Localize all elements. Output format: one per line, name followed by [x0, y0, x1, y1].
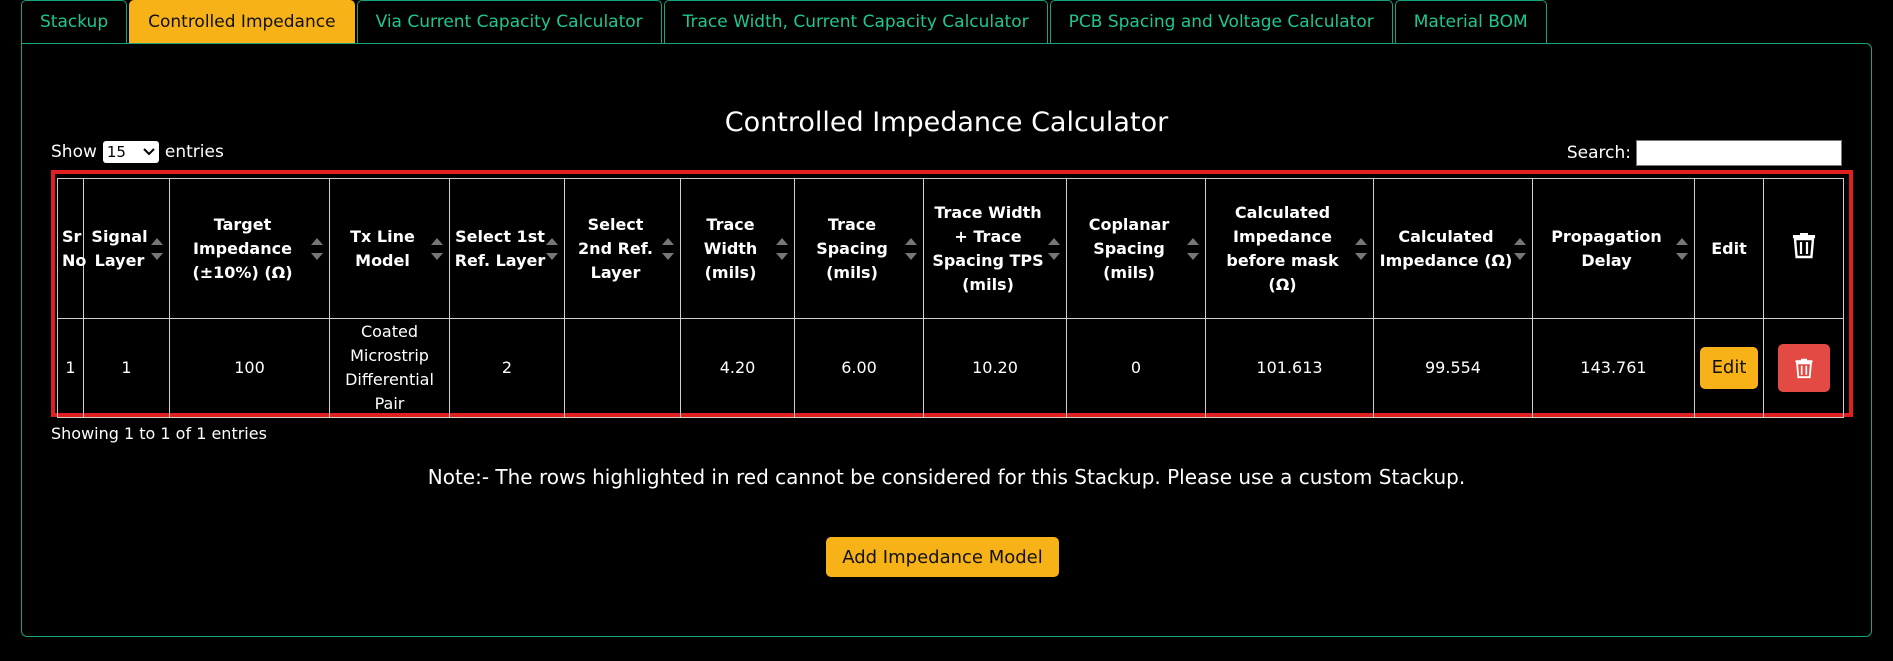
tab-pcb-spacing-voltage[interactable]: PCB Spacing and Voltage Calculator: [1049, 0, 1393, 43]
sort-arrows-icon: [776, 237, 788, 260]
col-header-trace-spacing[interactable]: Trace Spacing (mils): [794, 178, 924, 319]
table-header-row: Sr No Signal Layer Target Impedance (±10…: [57, 178, 1844, 319]
cell-coplanar-spacing: 0: [1066, 318, 1206, 418]
search-label: Search:: [1566, 143, 1631, 163]
page-title: Controlled Impedance Calculator: [724, 107, 1169, 138]
col-header-signal-layer[interactable]: Signal Layer: [83, 178, 170, 319]
entries-select[interactable]: 15: [102, 141, 159, 163]
cell-calculated-impedance: 99.554: [1373, 318, 1533, 418]
delete-button[interactable]: [1777, 344, 1830, 392]
sort-arrows-icon: [662, 237, 674, 260]
col-header-tps[interactable]: Trace Width + Trace Spacing TPS (mils): [923, 178, 1067, 319]
sort-arrows-icon: [1355, 237, 1367, 260]
col-header-coplanar-spacing[interactable]: Coplanar Spacing (mils): [1066, 178, 1206, 319]
col-header-delete[interactable]: [1763, 178, 1844, 319]
sort-arrows-icon: [905, 237, 917, 260]
cell-impedance-before-mask: 101.613: [1205, 318, 1374, 418]
edit-button[interactable]: Edit: [1699, 347, 1759, 389]
col-header-edit: Edit: [1694, 178, 1764, 319]
cell-delete: [1763, 318, 1844, 418]
cell-2nd-ref-layer: [564, 318, 681, 418]
col-header-propagation-delay[interactable]: Propagation Delay: [1532, 178, 1695, 319]
col-header-target-impedance[interactable]: Target Impedance (±10%) (Ω): [169, 178, 330, 319]
table-info: Showing 1 to 1 of 1 entries: [51, 424, 267, 443]
col-header-sr-no[interactable]: Sr No: [57, 178, 86, 319]
sort-arrows-icon: [311, 237, 323, 260]
search-control: Search:: [1567, 140, 1842, 166]
impedance-table: Sr No Signal Layer Target Impedance (±10…: [57, 178, 1844, 418]
col-header-trace-width[interactable]: Trace Width (mils): [680, 178, 795, 319]
col-header-2nd-ref-layer[interactable]: Select 2nd Ref. Layer: [564, 178, 681, 319]
tab-trace-width-current[interactable]: Trace Width, Current Capacity Calculator: [663, 0, 1048, 43]
col-header-tx-line-model[interactable]: Tx Line Model: [329, 178, 450, 319]
cell-trace-spacing: 6.00: [794, 318, 924, 418]
tab-material-bom[interactable]: Material BOM: [1394, 0, 1547, 43]
sort-arrows-icon: [1187, 237, 1199, 260]
cell-tps: 10.20: [923, 318, 1067, 418]
col-header-1st-ref-layer[interactable]: Select 1st Ref. Layer: [449, 178, 565, 319]
col-header-calculated-impedance[interactable]: Calculated Impedance (Ω): [1373, 178, 1533, 319]
table-row: 1 1 100 Coated Microstrip Differential P…: [57, 318, 1844, 418]
tab-bar: Stackup Controlled Impedance Via Current…: [21, 0, 1549, 43]
note-text: Note:- The rows highlighted in red canno…: [427, 465, 1466, 489]
tab-controlled-impedance[interactable]: Controlled Impedance: [129, 0, 355, 43]
trash-icon: [1792, 233, 1815, 259]
impedance-table-container: Sr No Signal Layer Target Impedance (±10…: [51, 170, 1853, 418]
trash-icon: [1795, 358, 1812, 379]
cell-tx-line-model: Coated Microstrip Differential Pair: [329, 318, 450, 418]
entries-select-value: 15: [106, 143, 126, 161]
tab-via-current-capacity[interactable]: Via Current Capacity Calculator: [356, 0, 662, 43]
cell-1st-ref-layer: 2: [449, 318, 565, 418]
search-input[interactable]: [1636, 140, 1842, 166]
sort-arrows-icon: [1514, 237, 1526, 260]
sort-arrows-icon: [1048, 237, 1060, 260]
entries-label: entries: [164, 142, 224, 162]
cell-edit: Edit: [1694, 318, 1764, 418]
sort-arrows-icon: [1676, 237, 1688, 260]
sort-arrows-icon: [431, 237, 443, 260]
cell-signal-layer: 1: [83, 318, 170, 418]
chevron-down-icon: [143, 148, 155, 156]
add-impedance-model-button[interactable]: Add Impedance Model: [826, 537, 1059, 577]
sort-arrows-icon: [151, 237, 163, 260]
cell-trace-width: 4.20: [680, 318, 795, 418]
tab-panel: Controlled Impedance Calculator Show 15 …: [21, 43, 1872, 637]
cell-propagation-delay: 143.761: [1532, 318, 1695, 418]
cell-sr-no: 1: [57, 318, 84, 418]
cell-target-impedance: 100: [169, 318, 330, 418]
length-control: Show 15 entries: [51, 141, 224, 163]
show-label: Show: [51, 142, 97, 162]
tab-stackup[interactable]: Stackup: [21, 0, 128, 43]
col-header-impedance-before-mask[interactable]: Calculated Impedance before mask (Ω): [1205, 178, 1374, 319]
sort-arrows-icon: [546, 237, 558, 260]
